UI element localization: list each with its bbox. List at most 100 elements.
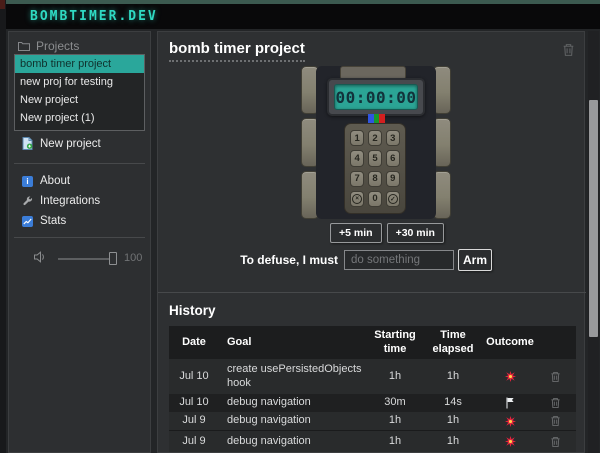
project-list-item[interactable]: New project (1) — [15, 109, 144, 127]
cell-starting-time: 1h — [369, 414, 421, 428]
column-header-time-elapsed: Time elapsed — [421, 329, 485, 357]
red-corner-chip — [0, 0, 5, 9]
main-panel: bomb timer project 00:00:00 — [157, 31, 585, 453]
folder-icon — [18, 41, 30, 51]
defuse-goal-input[interactable] — [344, 250, 454, 270]
keypad-key-8[interactable]: 8 — [368, 171, 382, 187]
history-table-header: Date Goal Starting time Time elapsed Out… — [169, 326, 576, 359]
cell-goal: debug navigation — [219, 414, 369, 428]
keypad-key-9[interactable]: 9 — [386, 171, 400, 187]
cell-starting-time: 1h — [369, 370, 421, 384]
scrollbar-track[interactable] — [588, 31, 599, 453]
column-header-date: Date — [169, 336, 219, 350]
cell-time-elapsed: 1h — [421, 414, 485, 428]
cell-starting-time: 30m — [369, 396, 421, 410]
cell-date: Jul 9 — [169, 435, 219, 449]
circle-x-icon: × — [352, 194, 362, 204]
delete-history-icon[interactable] — [535, 397, 576, 409]
project-list-item[interactable]: new proj for testing — [15, 73, 144, 91]
column-header-starting-time: Starting time — [369, 329, 421, 357]
project-list-item[interactable]: bomb timer project — [15, 55, 144, 73]
app-title: BOMBTIMER.DEV — [6, 9, 158, 24]
cell-date: Jul 10 — [169, 370, 219, 384]
circle-check-icon: ✓ — [388, 194, 398, 204]
white-flag-icon — [485, 397, 535, 409]
lcd-screen: 00:00:00 — [334, 84, 418, 110]
cell-date: Jul 10 — [169, 396, 219, 410]
keypad-key-cancel[interactable]: × — [350, 191, 364, 207]
keypad-key-7[interactable]: 7 — [350, 171, 364, 187]
sidebar-item-label: About — [40, 175, 70, 187]
wrench-icon — [22, 196, 33, 207]
info-icon: i — [22, 176, 33, 187]
cell-goal: create usePersistedObjects hook — [219, 363, 369, 391]
volume-value: 100 — [124, 252, 142, 264]
divider — [14, 163, 145, 164]
sidebar-item-stats[interactable]: Stats — [22, 215, 66, 227]
arm-button[interactable]: Arm — [458, 249, 492, 271]
app-window: BOMBTIMER.DEV Projects bomb timer projec… — [0, 0, 600, 453]
cell-time-elapsed: 1h — [421, 435, 485, 449]
defuse-row: To defuse, I must Arm — [158, 249, 586, 273]
projects-label: Projects — [36, 39, 79, 53]
keypad-key-5[interactable]: 5 — [368, 150, 382, 166]
new-project-button[interactable]: New project — [22, 137, 101, 150]
cell-time-elapsed: 14s — [421, 396, 485, 410]
add-30-min-button[interactable]: +30 min — [387, 223, 444, 243]
table-row: Jul 10 debug navigation 30m 14s — [169, 394, 576, 412]
sidebar: Projects bomb timer project new proj for… — [8, 31, 151, 453]
explosion-icon — [485, 371, 535, 382]
explosion-icon — [485, 416, 535, 427]
project-listbox: bomb timer project new proj for testing … — [14, 54, 145, 131]
sidebar-item-integrations[interactable]: Integrations — [22, 195, 100, 207]
project-list-item[interactable]: New project — [15, 91, 144, 109]
add-5-min-button[interactable]: +5 min — [330, 223, 382, 243]
keypad-key-6[interactable]: 6 — [386, 150, 400, 166]
explosion-icon — [485, 436, 535, 447]
keypad-key-4[interactable]: 4 — [350, 150, 364, 166]
left-edge-strip — [0, 0, 6, 453]
history-heading: History — [169, 303, 216, 318]
stats-icon — [22, 216, 33, 227]
cell-time-elapsed: 1h — [421, 370, 485, 384]
defuse-label: To defuse, I must — [240, 253, 338, 267]
timer-lcd: 00:00:00 — [327, 78, 425, 116]
page-title: bomb timer project — [169, 40, 305, 62]
scrollbar-thumb[interactable] — [589, 100, 598, 337]
sidebar-item-label: Stats — [40, 215, 66, 227]
table-row: Jul 9 debug navigation 1h 1h — [169, 412, 576, 430]
bomb-graphic: 00:00:00 1 2 3 4 5 6 7 8 9 × 0 ✓ — [301, 66, 451, 219]
keypad-key-confirm[interactable]: ✓ — [386, 191, 400, 207]
bomb-keypad: 1 2 3 4 5 6 7 8 9 × 0 ✓ — [344, 123, 406, 214]
new-project-label: New project — [40, 138, 101, 150]
cell-starting-time: 1h — [369, 435, 421, 449]
cell-goal: debug navigation — [219, 435, 369, 449]
keypad-key-2[interactable]: 2 — [368, 130, 382, 146]
column-header-goal: Goal — [219, 336, 369, 350]
delete-history-icon[interactable] — [535, 436, 576, 448]
timer-add-buttons: +5 min +30 min — [330, 223, 444, 243]
cell-date: Jul 9 — [169, 414, 219, 428]
divider — [158, 292, 586, 293]
sidebar-item-about[interactable]: i About — [22, 175, 70, 187]
keypad-key-3[interactable]: 3 — [386, 130, 400, 146]
volume-slider-handle[interactable] — [109, 252, 117, 265]
projects-header: Projects — [18, 39, 79, 53]
divider — [14, 237, 145, 238]
keypad-key-1[interactable]: 1 — [350, 130, 364, 146]
history-table: Date Goal Starting time Time elapsed Out… — [169, 326, 576, 452]
delete-history-icon[interactable] — [535, 415, 576, 427]
speaker-icon — [33, 251, 47, 263]
keypad-key-0[interactable]: 0 — [368, 191, 382, 207]
new-document-icon — [22, 137, 33, 150]
column-header-outcome: Outcome — [485, 336, 535, 350]
volume-control: 100 — [9, 248, 150, 270]
timer-display: 00:00:00 — [335, 88, 416, 107]
header-bar: BOMBTIMER.DEV — [6, 4, 600, 29]
delete-project-icon[interactable] — [562, 43, 575, 57]
table-row: Jul 9 debug navigation 1h 1h — [169, 430, 576, 452]
cell-goal: debug navigation — [219, 396, 369, 410]
sidebar-item-label: Integrations — [40, 195, 100, 207]
table-row: Jul 10 create usePersistedObjects hook 1… — [169, 359, 576, 394]
delete-history-icon[interactable] — [535, 371, 576, 383]
